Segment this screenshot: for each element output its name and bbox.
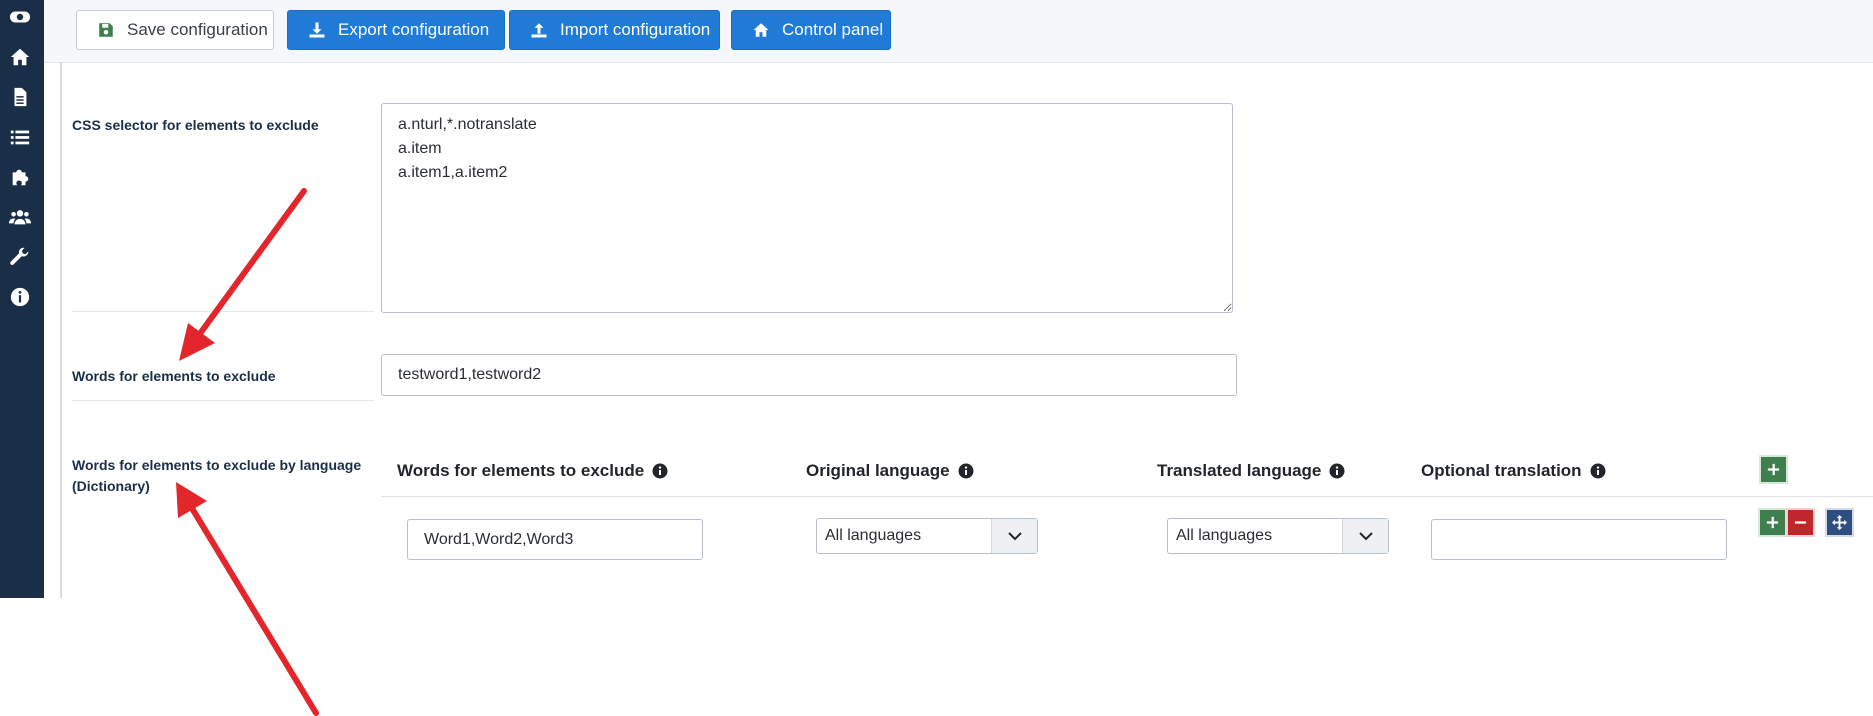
annotation-arrows [176,188,319,716]
arrow-to-dictionary-label [176,482,319,716]
arrow-to-words-label [179,188,307,361]
